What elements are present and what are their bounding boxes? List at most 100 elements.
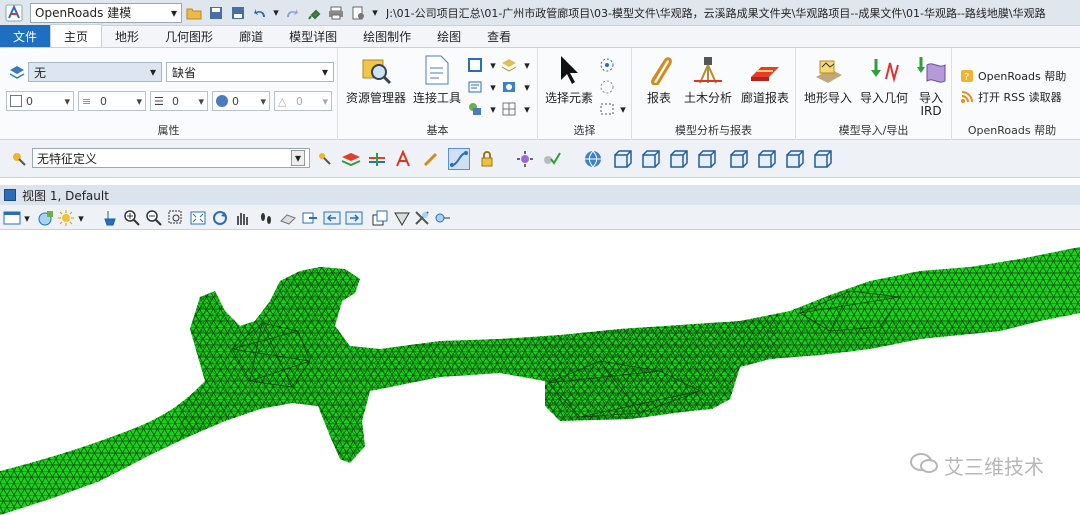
camera-icon[interactable] [432,208,452,228]
wechat-icon [910,452,938,479]
connect-tools-button[interactable]: 连接工具 [410,54,464,106]
dropdown-icon[interactable]: ▾ [518,78,536,96]
corridor-report-label: 廊道报表 [740,91,789,105]
lighting-icon[interactable] [56,208,76,228]
view-cube-7-icon[interactable] [784,148,806,170]
tab-terrain[interactable]: 地形 [102,25,152,47]
zoom-out-icon[interactable] [144,208,164,228]
document-icon [421,54,453,86]
settings-sun-icon[interactable] [514,148,536,170]
view-cube-5-icon[interactable] [728,148,750,170]
print-icon[interactable] [326,3,346,23]
tab-file[interactable]: 文件 [0,25,51,47]
color-select[interactable]: 0 ▾ [6,91,74,111]
walk-icon[interactable] [256,208,276,228]
line-weight-select[interactable]: ☰ 0 ▾ [150,91,208,111]
workflow-select[interactable]: OpenRoads 建模 ▾ [30,2,182,23]
raster-icon[interactable] [500,78,518,96]
profile-icon[interactable] [366,148,388,170]
priority-select[interactable]: △ 0 ▾ [274,91,332,111]
zoom-in-icon[interactable] [122,208,142,228]
pan-view-icon[interactable] [232,208,252,228]
pin-icon[interactable] [304,3,324,23]
pencil-icon[interactable] [420,148,442,170]
element-info-icon[interactable] [466,100,484,118]
clip-volume-icon[interactable] [392,208,412,228]
view-cube-4-icon[interactable] [696,148,718,170]
feature-definition-select[interactable]: 无特征定义 ▾ [32,148,310,168]
tab-model-detailing[interactable]: 模型详图 [276,25,350,47]
tab-home[interactable]: 主页 [50,24,103,47]
update-view-icon[interactable] [100,208,120,228]
dropdown-icon[interactable]: ▾ [518,100,536,118]
resource-manager-button[interactable]: 资源管理器 [344,54,408,106]
text-style-select[interactable]: 缺省 ▾ [166,62,334,82]
grid-icon[interactable] [500,100,518,118]
civil-analysis-button[interactable]: 土木分析 [680,54,736,106]
display-style-icon[interactable] [36,208,56,228]
rss-reader-button[interactable]: 打开 RSS 读取器 [960,89,1062,105]
layers-icon[interactable] [340,148,362,170]
models-icon[interactable] [466,56,484,74]
view-forward-icon[interactable] [344,208,364,228]
corridor-report-button[interactable]: 廊道报表 [736,54,794,106]
dropdown-icon[interactable]: ▾ [22,208,32,228]
check-tool-icon[interactable] [540,148,562,170]
view-back-icon[interactable] [322,208,342,228]
level-select[interactable]: 无 ▾ [28,62,162,82]
levels-icon[interactable] [500,56,518,74]
view-cube-2-icon[interactable] [640,148,662,170]
dropdown-icon[interactable]: ▾ [76,208,86,228]
text-tool-icon[interactable] [392,148,414,170]
undo-dropdown-icon[interactable]: ▾ [272,3,280,23]
terrain-import-button[interactable]: 地形导入 [800,54,856,106]
save-settings-icon[interactable] [228,3,248,23]
view-cube-8-icon[interactable] [812,148,834,170]
globe-icon[interactable] [582,148,604,170]
select-element-button[interactable]: 选择元素 [542,54,596,106]
references-icon[interactable] [466,78,484,96]
fit-view-icon[interactable] [188,208,208,228]
model-view-canvas[interactable]: 艾三维技术 [0,231,1080,515]
view-cube-6-icon[interactable] [756,148,778,170]
open-folder-icon[interactable] [184,3,204,23]
view-cube-3-icon[interactable] [668,148,690,170]
chevron-down-icon: ▾ [290,150,305,166]
curve-tool-icon[interactable] [448,148,470,170]
view-previous-icon[interactable] [278,208,298,228]
redo-icon[interactable] [282,3,302,23]
feature-toggle-icon[interactable] [8,148,30,170]
dropdown-icon[interactable]: ▾ [614,100,632,118]
line-style-select[interactable]: ≡ 0 ▾ [78,91,146,111]
select-circle-icon[interactable] [598,78,616,96]
lock-icon[interactable] [476,148,498,170]
tab-drawing-production[interactable]: 绘图制作 [350,25,424,47]
clip-mask-icon[interactable] [412,208,432,228]
document-properties-icon[interactable] [348,3,368,23]
view-attributes-icon[interactable] [2,208,22,228]
tab-drawing[interactable]: 绘图 [424,25,474,47]
view-cube-1-icon[interactable] [612,148,634,170]
watermark-text: 艾三维技术 [944,455,1044,479]
openroads-help-button[interactable]: ? OpenRoads 帮助 [960,68,1066,84]
copy-view-icon[interactable] [370,208,390,228]
transparency-select[interactable]: 0 ▾ [212,91,270,111]
feature-match-icon[interactable] [314,148,336,170]
tab-view[interactable]: 查看 [474,25,524,47]
window-area-icon[interactable] [166,208,186,228]
view-title: 视图 1, Default [22,188,109,203]
watermark: 艾三维技术 [910,451,1044,480]
dropdown-icon[interactable]: ▾ [518,56,536,74]
customize-dropdown-icon[interactable]: ▾ [370,3,380,23]
report-button[interactable]: 报表 [638,54,680,106]
tab-geometry[interactable]: 几何图形 [152,25,226,47]
app-icon[interactable] [4,3,24,23]
import-geometry-button[interactable]: 导入几何 [856,54,912,106]
import-ird-button[interactable]: 导入 IRD [912,54,950,118]
view-next-icon[interactable] [300,208,320,228]
undo-icon[interactable] [250,3,270,23]
rotate-view-icon[interactable] [210,208,230,228]
tab-corridor[interactable]: 廊道 [226,25,276,47]
select-all-icon[interactable] [598,56,616,74]
save-icon[interactable] [206,3,226,23]
